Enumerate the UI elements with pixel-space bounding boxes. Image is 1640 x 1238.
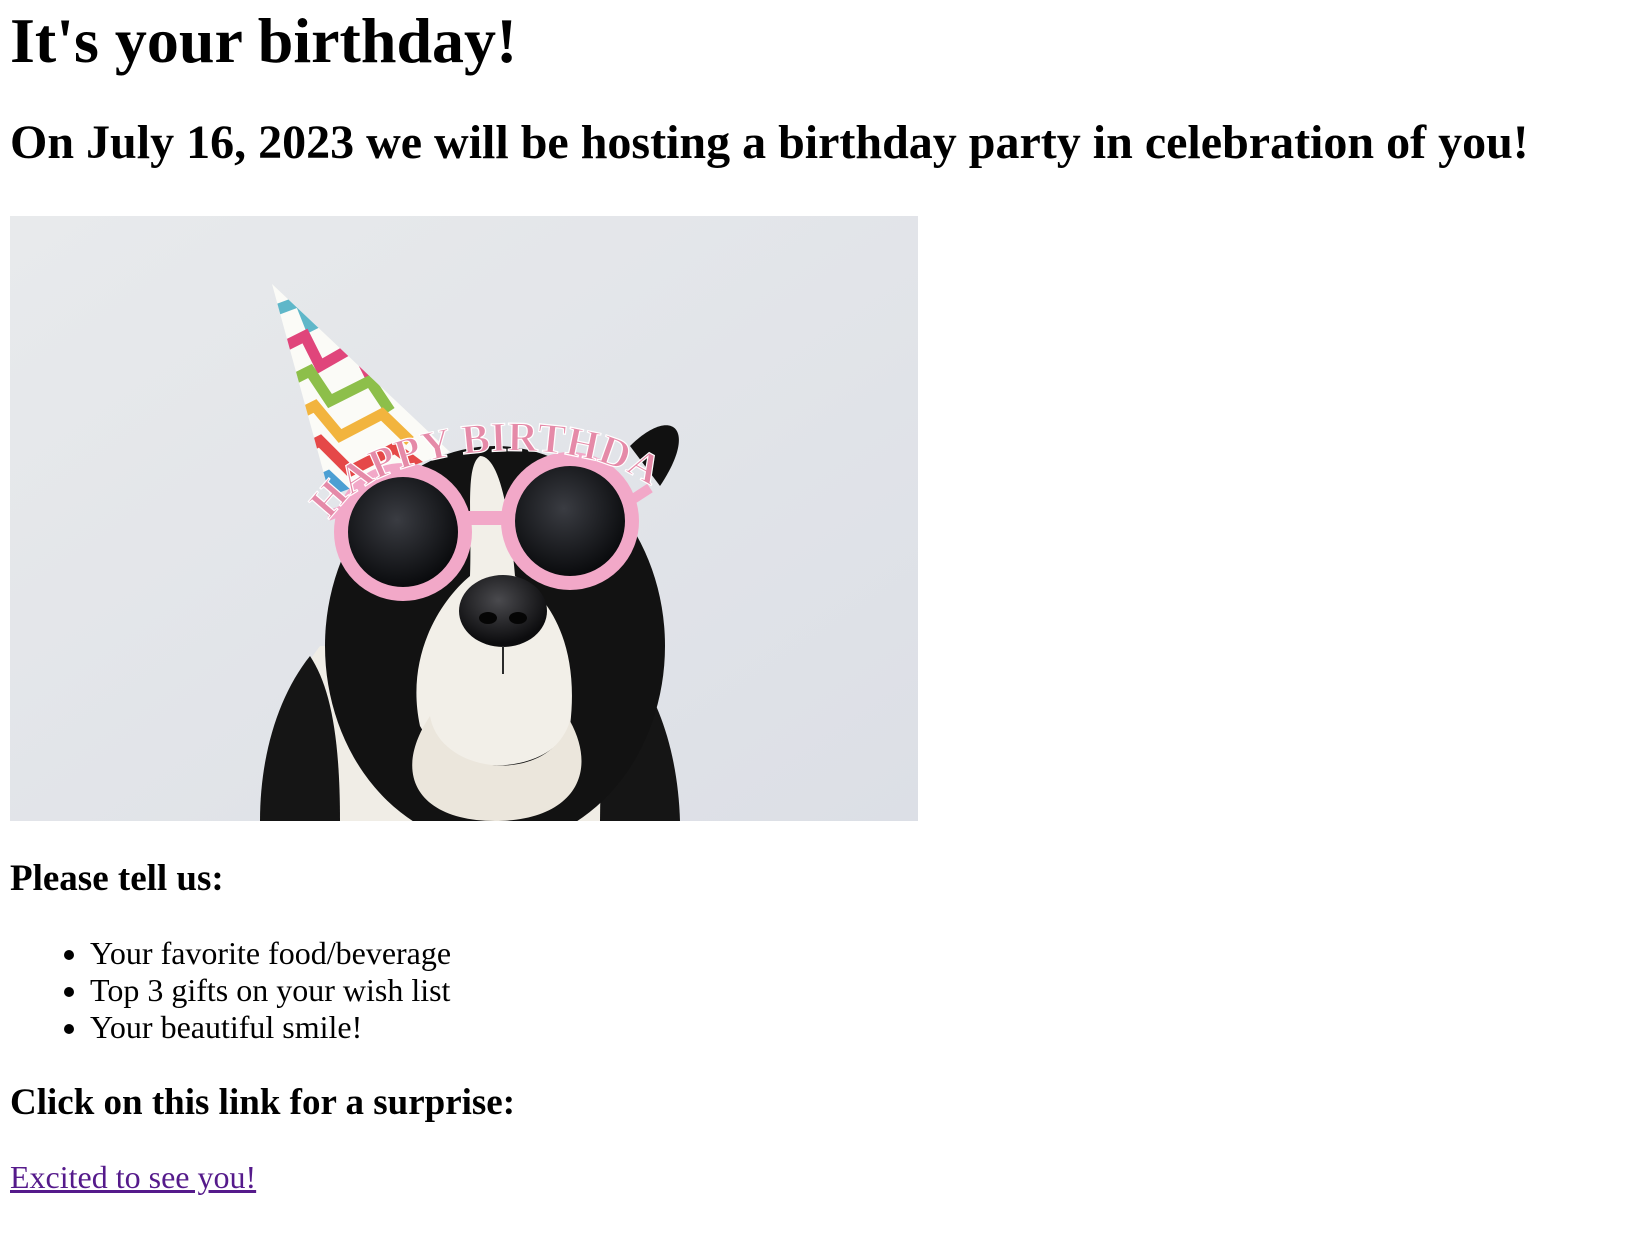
list-item: Your beautiful smile!: [90, 1009, 1640, 1046]
dog-party-photo: HAPPY BIRTHDAY: [10, 216, 918, 821]
surprise-heading: Click on this link for a surprise:: [10, 1082, 516, 1123]
party-date-heading: On July 16, 2023 we will be hosting a bi…: [10, 116, 1529, 169]
please-tell-us-heading: Please tell us:: [10, 858, 224, 899]
surprise-link[interactable]: Excited to see you!: [10, 1159, 256, 1195]
surprise-link-paragraph: Excited to see you!: [10, 1159, 1640, 1196]
page: It's your birthday! On July 16, 2023 we …: [0, 0, 1640, 1196]
list-item: Your favorite food/beverage: [90, 935, 1640, 972]
list-item: Top 3 gifts on your wish list: [90, 972, 1640, 1009]
page-title: It's your birthday!: [10, 5, 518, 76]
request-list: Your favorite food/beverage Top 3 gifts …: [10, 935, 1640, 1046]
